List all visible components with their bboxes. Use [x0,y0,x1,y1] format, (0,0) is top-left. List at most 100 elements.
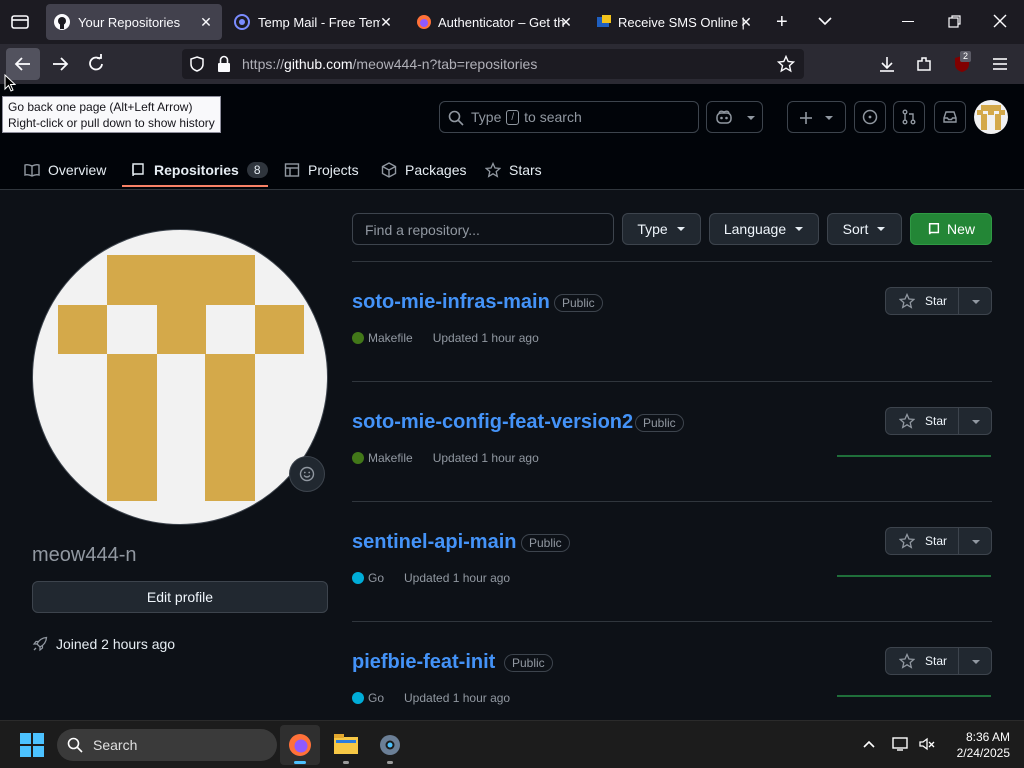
github-favicon-icon [54,14,70,30]
temp-mail-favicon-icon [234,14,250,30]
forward-button[interactable] [44,48,76,80]
star-button[interactable]: Star [885,407,992,435]
tab-stars[interactable]: Stars [485,156,542,184]
network-icon[interactable] [892,736,910,752]
tab-your-repositories[interactable]: Your Repositories ✕ [46,4,222,40]
create-new-button[interactable] [787,101,846,133]
show-hidden-icons-chevron-icon[interactable] [862,739,876,749]
tab-repositories[interactable]: Repositories 8 [130,156,268,184]
url-scheme: https:// [242,56,285,72]
tab-overview[interactable]: Overview [24,156,106,184]
repo-updated: Updated 1 hour ago [404,691,511,705]
repo-name-link[interactable]: piefbie-feat-init [352,651,495,674]
clock[interactable]: 8:36 AM 2/24/2025 [944,729,1010,761]
new-repository-button[interactable]: New [910,213,992,245]
sort-filter-label: Sort [842,221,869,237]
star-divider [958,408,959,434]
windows-taskbar: Search 8:36 AM 2/24/2025 [0,720,1024,768]
caret-down-icon [794,226,804,232]
volume-muted-icon[interactable] [918,736,936,752]
running-indicator [343,761,349,764]
close-tab-icon[interactable]: ✕ [558,14,574,30]
tab-receive-sms[interactable]: Receive SMS Online | Te ✕ [586,4,762,40]
repo-name-link[interactable]: sentinel-api-main [352,531,516,554]
repo-updated: Updated 1 hour ago [432,331,539,345]
tracking-shield-icon[interactable] [188,55,206,73]
global-search-input[interactable]: Type / to search [439,101,699,133]
language-filter-button[interactable]: Language [709,213,819,245]
extensions-icon[interactable] [915,55,933,73]
minimize-window-icon[interactable] [902,21,914,22]
star-button[interactable]: Star [885,287,992,315]
new-button-label: New [946,221,975,237]
star-button[interactable]: Star [885,527,992,555]
close-tab-icon[interactable]: ✕ [198,14,214,30]
sort-filter-button[interactable]: Sort [827,213,902,245]
settings-taskbar-icon[interactable] [372,725,408,765]
list-dropdown-caret-icon[interactable] [971,539,981,545]
divider [352,501,992,502]
set-status-button[interactable] [289,456,325,492]
app-menu-icon[interactable] [991,56,1009,72]
clock-date: 2/24/2025 [956,746,1010,760]
tab-authenticator[interactable]: Authenticator – Get thi ✕ [406,4,582,40]
language-color-dot [352,692,364,704]
list-dropdown-caret-icon[interactable] [971,419,981,425]
tab-temp-mail[interactable]: Temp Mail - Free Temp ✕ [226,4,402,40]
list-all-tabs-icon[interactable] [816,14,834,28]
firefox-view-icon[interactable] [10,12,30,32]
close-tab-icon[interactable]: ✕ [738,14,754,30]
taskbar-search-box[interactable]: Search [57,729,277,761]
copilot-caret-icon[interactable] [746,115,756,121]
inbox-button[interactable] [934,101,966,133]
pull-requests-button[interactable] [893,101,925,133]
edit-profile-button[interactable]: Edit profile [32,581,328,613]
repo-name-link[interactable]: soto-mie-infras-main [352,291,550,314]
user-avatar[interactable] [974,100,1008,134]
file-explorer-taskbar-icon[interactable] [328,725,364,765]
tab-label: Authenticator – Get thi [438,14,564,30]
new-tab-icon[interactable]: + [776,12,788,32]
find-repository-placeholder: Find a repository... [365,222,480,238]
copilot-icon [715,109,733,125]
tab-label: Temp Mail - Free Temp [258,14,380,30]
caret-down-icon [676,226,686,232]
close-tab-icon[interactable]: ✕ [378,14,394,30]
star-button[interactable]: Star [885,647,992,675]
tab-packages[interactable]: Packages [381,156,466,184]
windows-start-icon[interactable] [20,733,44,757]
bookmark-star-icon[interactable] [777,55,795,73]
url-bar[interactable]: https://github.com/meow444-n?tab=reposit… [182,49,804,79]
repo-language: Makefile [368,451,413,465]
list-dropdown-caret-icon[interactable] [971,659,981,665]
star-divider [958,648,959,674]
language-color-dot [352,572,364,584]
type-filter-label: Type [637,221,668,237]
restore-window-icon[interactable] [948,15,962,29]
star-label: Star [925,534,948,548]
sms-favicon-icon [596,14,612,30]
repo-updated: Updated 1 hour ago [432,451,539,465]
tab-label: Repositories [154,162,239,178]
caret-down-icon [876,226,886,232]
issues-button[interactable] [854,101,886,133]
browser-tab-strip: Your Repositories ✕ Temp Mail - Free Tem… [0,0,1024,44]
reload-button[interactable] [80,48,112,80]
book-icon [24,162,40,178]
copilot-button[interactable] [706,101,763,133]
find-repository-input[interactable]: Find a repository... [352,213,614,245]
tab-label: Receive SMS Online | Te [618,14,744,30]
close-window-icon[interactable] [993,14,1007,28]
url-text[interactable]: https://github.com/meow444-n?tab=reposit… [242,56,537,72]
downloads-icon[interactable] [878,55,896,73]
mouse-cursor-icon [4,74,16,92]
repo-icon [927,222,941,236]
tab-projects[interactable]: Projects [284,156,359,184]
tab-label: Projects [308,162,359,178]
profile-avatar[interactable] [32,229,328,525]
lock-icon[interactable] [216,55,232,73]
type-filter-button[interactable]: Type [622,213,701,245]
repo-name-link[interactable]: soto-mie-config-feat-version2 [352,411,633,434]
firefox-taskbar-icon[interactable] [280,725,320,765]
list-dropdown-caret-icon[interactable] [971,299,981,305]
